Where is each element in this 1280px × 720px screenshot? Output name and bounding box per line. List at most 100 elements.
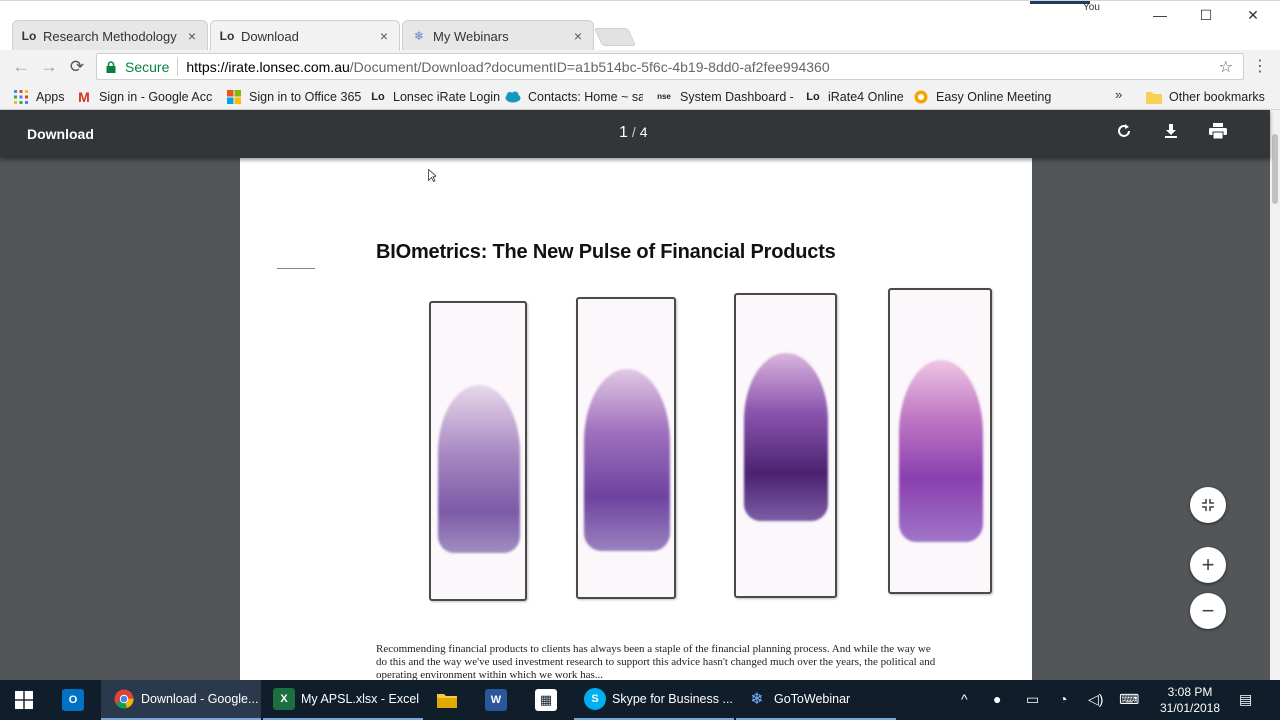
bookmark-system-dashboard[interactable]: nse System Dashboard - J — [655, 87, 793, 106]
fingerprint-slide-image — [888, 288, 992, 594]
show-hidden-icons-icon[interactable]: ^ — [961, 691, 968, 707]
chrome-icon — [113, 688, 135, 710]
taskbar-chrome-download[interactable]: Download - Google... — [101, 680, 261, 720]
app-tray-icon[interactable]: ● — [993, 691, 1001, 707]
download-icon[interactable] — [1159, 122, 1183, 146]
taskbar-outlook[interactable]: O — [52, 680, 98, 720]
zoom-out-button[interactable]: − — [1190, 593, 1226, 629]
bookmark-lonsec-irate[interactable]: Lo Lonsec iRate Login — [370, 87, 500, 106]
page-indicator: 1/4 — [619, 124, 648, 142]
body-line: operating environment within which we wo… — [376, 669, 603, 680]
taskbar-gotowebinar[interactable]: ❄ GoToWebinar — [736, 680, 896, 720]
pdf-title: Download — [27, 126, 94, 142]
bookmark-google[interactable]: M Sign in - Google Acc — [76, 87, 214, 106]
gotowebinar-icon: ❄ — [750, 691, 764, 708]
maximize-button[interactable]: ☐ — [1183, 5, 1229, 25]
lonsec-lo-icon: Lo — [806, 90, 820, 103]
fingerprint-slide-image — [429, 301, 527, 601]
nse-icon: nse — [657, 92, 671, 101]
taskbar-skype[interactable]: S Skype for Business ... — [574, 680, 734, 720]
url-host: https://irate.lonsec.com.au — [186, 58, 350, 75]
address-bar[interactable]: Secure https://irate.lonsec.com.au/Docum… — [96, 53, 1244, 80]
gmail-icon: M — [78, 88, 90, 105]
meeting-icon — [913, 89, 929, 105]
back-button[interactable]: ← — [10, 56, 32, 78]
page-separator: / — [631, 124, 636, 140]
rotate-icon[interactable] — [1112, 122, 1136, 146]
bookmark-irate4[interactable]: Lo iRate4 Online — [805, 87, 903, 106]
bookmark-office365[interactable]: Sign in to Office 365 — [226, 87, 361, 106]
system-clock[interactable]: 3:08 PM 31/01/2018 — [1155, 684, 1225, 716]
notifications-icon[interactable]: ▤ — [1239, 691, 1252, 708]
excel-icon: X — [273, 688, 295, 710]
gotowebinar-icon: ❄ — [413, 29, 425, 43]
tab-download[interactable]: Lo Download × — [210, 20, 400, 51]
secure-label: Secure — [125, 58, 170, 75]
volume-icon[interactable]: ◁) — [1088, 691, 1103, 708]
browser-toolbar: ← → ⟳ Secure https://irate.lonsec.com.au… — [0, 50, 1280, 83]
taskbar-file-explorer[interactable] — [426, 680, 470, 720]
clock-date: 31/01/2018 — [1159, 701, 1221, 715]
battery-icon[interactable]: ▭ — [1026, 691, 1039, 708]
pdf-toolbar: Download 1/4 — [0, 110, 1270, 158]
reload-button[interactable]: ⟳ — [66, 56, 88, 78]
scrollbar-thumb[interactable] — [1272, 134, 1278, 204]
chrome-menu-icon[interactable]: ⋮ — [1252, 56, 1268, 78]
bookmark-star-icon[interactable]: ☆ — [1219, 57, 1233, 77]
profile-bar — [1030, 1, 1090, 4]
lonsec-lo-icon: Lo — [219, 29, 235, 43]
lonsec-lo-icon: Lo — [371, 90, 385, 103]
bookmark-other[interactable]: Other bookmarks — [1146, 87, 1265, 106]
tab-label: Download — [241, 28, 299, 44]
bookmarks-bar: Apps M Sign in - Google Acc Sign in to O… — [0, 83, 1280, 110]
bookmark-easy-online-meeting[interactable]: Easy Online Meeting — [913, 87, 1051, 106]
profile-name[interactable]: You — [1083, 2, 1100, 13]
pdf-page: BIOmetrics: The New Pulse of Financial P… — [240, 158, 1032, 680]
taskbar-excel[interactable]: X My APSL.xlsx - Excel — [263, 680, 423, 720]
tab-my-webinars[interactable]: ❄ My Webinars × — [402, 20, 594, 51]
print-icon[interactable] — [1206, 122, 1230, 146]
taskbar-word[interactable]: W — [475, 680, 519, 720]
new-tab-button[interactable] — [593, 28, 637, 46]
keyboard-icon[interactable]: ⌨ — [1119, 691, 1139, 708]
close-icon[interactable]: × — [185, 28, 199, 44]
total-pages: 4 — [639, 124, 648, 140]
url-path: /Document/Download?documentID=a1b514bc-5… — [349, 58, 830, 75]
fingerprint-slide-image — [734, 293, 837, 598]
document-heading: BIOmetrics: The New Pulse of Financial P… — [376, 241, 836, 263]
close-icon[interactable]: × — [571, 28, 585, 44]
bookmark-apps[interactable]: Apps — [13, 87, 65, 106]
fingerprint-slide-image — [576, 297, 676, 599]
word-icon: W — [485, 689, 507, 711]
salesforce-cloud-icon — [505, 89, 521, 105]
screen: You Lo Research Methodology × Lo Downloa… — [0, 0, 1280, 720]
tab-research-methodology[interactable]: Lo Research Methodology × — [12, 20, 208, 51]
folder-icon — [436, 689, 458, 711]
bookmark-salesforce[interactable]: Contacts: Home ~ sal — [505, 87, 643, 106]
tab-label: My Webinars — [433, 28, 509, 44]
zoom-in-button[interactable]: + — [1190, 547, 1226, 583]
document-body: Recommending financial products to clien… — [376, 643, 996, 680]
close-window-button[interactable]: ✕ — [1230, 5, 1276, 25]
start-button[interactable] — [0, 680, 48, 720]
outlook-icon: O — [62, 689, 84, 711]
taskbar-calculator[interactable]: ▦ — [525, 680, 569, 720]
fit-to-page-button[interactable] — [1190, 487, 1226, 523]
windows-taskbar: O Download - Google... X My APSL.xlsx - … — [0, 680, 1280, 720]
calculator-icon: ▦ — [535, 689, 557, 711]
wifi-icon[interactable]: ◔ — [1059, 691, 1067, 707]
current-page-input[interactable]: 1 — [619, 124, 628, 141]
forward-button[interactable]: → — [38, 56, 60, 78]
skype-icon: S — [584, 688, 606, 710]
tab-label: Research Methodology — [43, 28, 177, 44]
more-bookmarks-icon[interactable]: » — [1115, 87, 1122, 102]
close-icon[interactable]: × — [377, 28, 391, 44]
vertical-scrollbar[interactable] — [1270, 110, 1280, 680]
clock-time: 3:08 PM — [1167, 685, 1213, 699]
section-rule — [277, 268, 315, 269]
microsoft-icon — [226, 89, 242, 105]
body-line: do this and the way we've used investmen… — [376, 656, 936, 668]
minimize-button[interactable]: — — [1137, 5, 1183, 25]
windows-logo-icon — [15, 691, 33, 709]
pdf-viewer: Download 1/4 BIOmetrics: The New Pulse o… — [0, 110, 1280, 680]
